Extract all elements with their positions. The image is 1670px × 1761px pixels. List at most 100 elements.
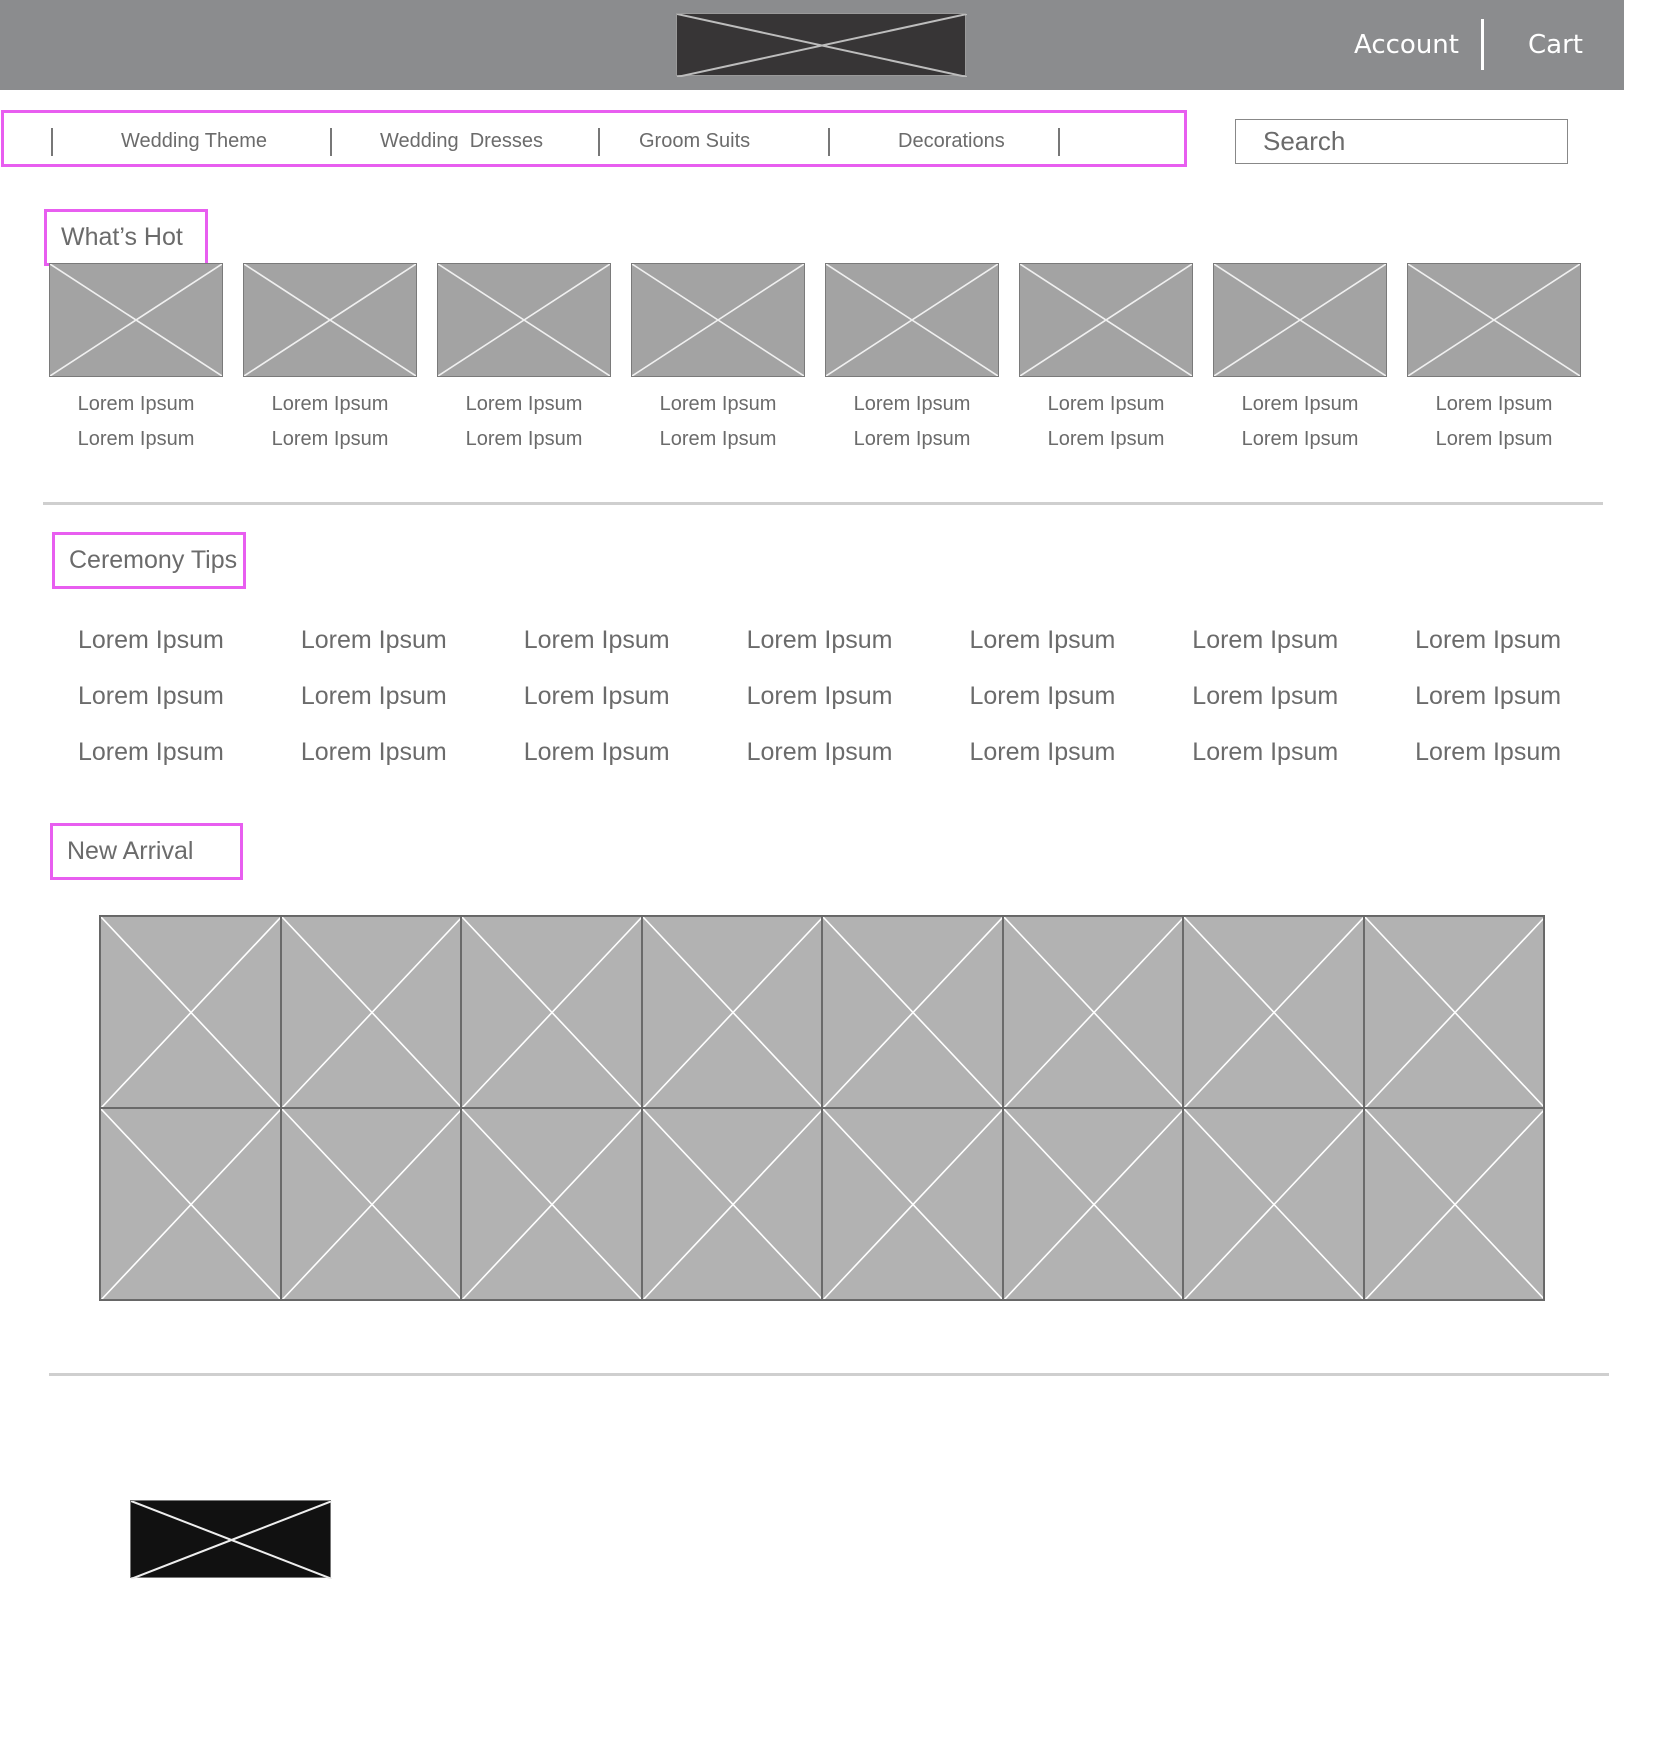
product-image-placeholder-icon[interactable] xyxy=(631,263,805,377)
tip-link[interactable]: Lorem Ipsum xyxy=(969,625,1192,655)
new-arrival-image-placeholder-icon[interactable] xyxy=(1002,916,1183,1108)
new-arrival-image-placeholder-icon[interactable] xyxy=(1183,1108,1364,1300)
tip-link[interactable]: Lorem Ipsum xyxy=(747,737,970,767)
nav-separator xyxy=(828,128,830,156)
hot-product-card[interactable]: Lorem Ipsum Lorem Ipsum xyxy=(1407,263,1581,457)
search-input[interactable] xyxy=(1235,119,1568,164)
product-caption-line: Lorem Ipsum xyxy=(853,428,971,450)
product-caption: Lorem Ipsum Lorem Ipsum xyxy=(1019,387,1193,457)
tip-link[interactable]: Lorem Ipsum xyxy=(969,737,1192,767)
tip-link[interactable]: Lorem Ipsum xyxy=(1192,681,1415,711)
product-caption-line: Lorem Ipsum xyxy=(77,393,195,415)
new-arrival-image-placeholder-icon[interactable] xyxy=(100,916,281,1108)
new-arrival-image-placeholder-icon[interactable] xyxy=(461,1108,642,1300)
tip-link[interactable]: Lorem Ipsum xyxy=(524,737,747,767)
section-divider xyxy=(49,1373,1609,1376)
product-caption-line: Lorem Ipsum xyxy=(271,428,389,450)
nav-item-decorations[interactable]: Decorations xyxy=(898,129,1005,153)
nav-separator xyxy=(598,128,600,156)
new-arrival-grid xyxy=(99,915,1545,1301)
new-arrival-image-placeholder-icon[interactable] xyxy=(1183,916,1364,1108)
nav-separator xyxy=(330,128,332,156)
hot-product-card[interactable]: Lorem Ipsum Lorem Ipsum xyxy=(437,263,611,457)
tip-link[interactable]: Lorem Ipsum xyxy=(524,625,747,655)
product-caption: Lorem Ipsum Lorem Ipsum xyxy=(49,387,223,457)
product-caption-line: Lorem Ipsum xyxy=(465,393,583,415)
tip-link[interactable]: Lorem Ipsum xyxy=(524,681,747,711)
product-caption-line: Lorem Ipsum xyxy=(1047,393,1165,415)
hot-product-card[interactable]: Lorem Ipsum Lorem Ipsum xyxy=(49,263,223,457)
product-caption-line: Lorem Ipsum xyxy=(77,428,195,450)
product-caption-line: Lorem Ipsum xyxy=(1435,428,1553,450)
hot-product-card[interactable]: Lorem Ipsum Lorem Ipsum xyxy=(825,263,999,457)
product-caption-line: Lorem Ipsum xyxy=(271,393,389,415)
product-caption-line: Lorem Ipsum xyxy=(659,428,777,450)
ceremony-tips-list: Lorem Ipsum Lorem Ipsum Lorem Ipsum Lorem I… xyxy=(78,612,1638,780)
nav-item-groom-suits[interactable]: Groom Suits xyxy=(639,129,750,153)
top-header: Account Cart xyxy=(0,0,1624,90)
tip-link[interactable]: Lorem Ipsum xyxy=(1415,737,1638,767)
new-arrival-image-placeholder-icon[interactable] xyxy=(1002,1108,1183,1300)
new-arrival-image-placeholder-icon[interactable] xyxy=(100,1108,281,1300)
product-caption-line: Lorem Ipsum xyxy=(1241,393,1359,415)
new-arrival-image-placeholder-icon[interactable] xyxy=(280,1108,461,1300)
tips-row: Lorem Ipsum Lorem Ipsum Lorem Ipsum Lorem I… xyxy=(78,724,1638,780)
tip-link[interactable]: Lorem Ipsum xyxy=(1415,625,1638,655)
hot-product-card[interactable]: Lorem Ipsum Lorem Ipsum xyxy=(1213,263,1387,457)
new-arrival-image-placeholder-icon[interactable] xyxy=(1363,916,1544,1108)
tip-link[interactable]: Lorem Ipsum xyxy=(1192,625,1415,655)
header-divider xyxy=(1481,19,1484,70)
product-image-placeholder-icon[interactable] xyxy=(437,263,611,377)
tip-link[interactable]: Lorem Ipsum xyxy=(78,737,301,767)
hot-product-card[interactable]: Lorem Ipsum Lorem Ipsum xyxy=(1019,263,1193,457)
cart-link[interactable]: Cart xyxy=(1528,30,1583,60)
new-arrival-image-placeholder-icon[interactable] xyxy=(822,916,1003,1108)
new-arrival-image-placeholder-icon[interactable] xyxy=(641,916,822,1108)
footer-logo-image-placeholder-icon[interactable] xyxy=(130,1500,332,1579)
product-caption: Lorem Ipsum Lorem Ipsum xyxy=(631,387,805,457)
nav-item-wedding-theme[interactable]: Wedding Theme xyxy=(121,129,267,153)
product-image-placeholder-icon[interactable] xyxy=(1213,263,1387,377)
tip-link[interactable]: Lorem Ipsum xyxy=(301,737,524,767)
nav-separator xyxy=(51,128,53,156)
tip-link[interactable]: Lorem Ipsum xyxy=(1415,681,1638,711)
account-link[interactable]: Account xyxy=(1354,30,1459,60)
tip-link[interactable]: Lorem Ipsum xyxy=(747,625,970,655)
tip-link[interactable]: Lorem Ipsum xyxy=(301,681,524,711)
tips-row: Lorem Ipsum Lorem Ipsum Lorem Ipsum Lorem I… xyxy=(78,612,1638,668)
new-arrival-image-placeholder-icon[interactable] xyxy=(822,1108,1003,1300)
product-image-placeholder-icon[interactable] xyxy=(1407,263,1581,377)
product-caption: Lorem Ipsum Lorem Ipsum xyxy=(1213,387,1387,457)
section-title-new-arrival: New Arrival xyxy=(50,823,243,880)
product-image-placeholder-icon[interactable] xyxy=(243,263,417,377)
tips-row: Lorem Ipsum Lorem Ipsum Lorem Ipsum Lorem I… xyxy=(78,668,1638,724)
new-arrival-image-placeholder-icon[interactable] xyxy=(641,1108,822,1300)
section-divider xyxy=(43,502,1603,505)
tip-link[interactable]: Lorem Ipsum xyxy=(969,681,1192,711)
tip-link[interactable]: Lorem Ipsum xyxy=(301,625,524,655)
hot-product-card[interactable]: Lorem Ipsum Lorem Ipsum xyxy=(631,263,805,457)
section-title-whats-hot: What’s Hot xyxy=(44,209,208,266)
product-caption-line: Lorem Ipsum xyxy=(1435,393,1553,415)
product-image-placeholder-icon[interactable] xyxy=(49,263,223,377)
product-image-placeholder-icon[interactable] xyxy=(825,263,999,377)
tip-link[interactable]: Lorem Ipsum xyxy=(78,681,301,711)
new-arrival-image-placeholder-icon[interactable] xyxy=(461,916,642,1108)
product-caption: Lorem Ipsum Lorem Ipsum xyxy=(1407,387,1581,457)
new-arrival-image-placeholder-icon[interactable] xyxy=(280,916,461,1108)
product-caption: Lorem Ipsum Lorem Ipsum xyxy=(243,387,417,457)
product-caption-line: Lorem Ipsum xyxy=(465,428,583,450)
product-caption-line: Lorem Ipsum xyxy=(659,393,777,415)
tip-link[interactable]: Lorem Ipsum xyxy=(747,681,970,711)
new-arrival-image-placeholder-icon[interactable] xyxy=(1363,1108,1544,1300)
tip-link[interactable]: Lorem Ipsum xyxy=(1192,737,1415,767)
product-image-placeholder-icon[interactable] xyxy=(1019,263,1193,377)
nav-item-wedding-dresses[interactable]: Wedding Dresses xyxy=(380,129,543,153)
product-caption: Lorem Ipsum Lorem Ipsum xyxy=(437,387,611,457)
tip-link[interactable]: Lorem Ipsum xyxy=(78,625,301,655)
category-nav: Wedding Theme Wedding Dresses Groom Suit… xyxy=(1,110,1187,167)
logo-image-placeholder-icon[interactable] xyxy=(676,13,967,77)
nav-separator xyxy=(1058,128,1060,156)
hot-product-card[interactable]: Lorem Ipsum Lorem Ipsum xyxy=(243,263,417,457)
section-title-ceremony-tips: Ceremony Tips xyxy=(52,532,246,589)
